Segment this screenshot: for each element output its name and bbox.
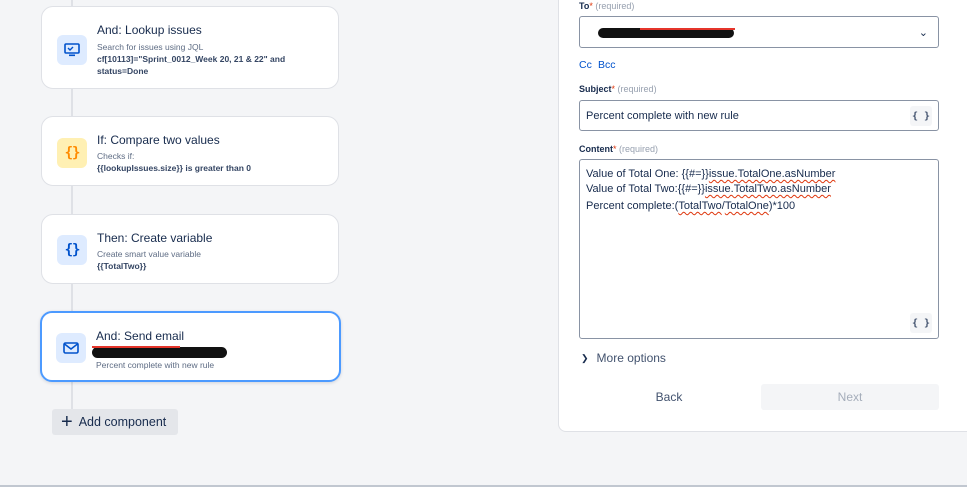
card-description: Search for issues using JQL: [97, 42, 204, 52]
chevron-right-icon: ❯: [581, 352, 589, 363]
jql-query-cont: status=Done: [97, 66, 149, 76]
next-button[interactable]: Next: [761, 384, 939, 410]
misspelled-word: TotalTwo: [678, 200, 722, 212]
to-recipient-select[interactable]: ⌄: [579, 16, 939, 48]
content-text: Percent complete:(: [586, 200, 679, 212]
to-label: To* (required): [579, 1, 635, 11]
condition-text: {{lookupIssues.size}} is greater than 0: [97, 163, 252, 173]
add-component-label: Add component: [78, 415, 167, 429]
subject-input[interactable]: Percent complete with new rule { }: [579, 100, 939, 131]
to-label-text: To: [579, 1, 590, 11]
chevron-down-icon[interactable]: ⌄: [919, 26, 928, 39]
component-card-send-email[interactable]: And: Send email Percent complete with ne…: [40, 311, 341, 382]
cc-link[interactable]: Cc: [579, 59, 592, 71]
bcc-link[interactable]: Bcc: [598, 59, 616, 71]
misspelled-word: TotalOne: [724, 200, 769, 212]
subject-label-text: Subject: [579, 84, 612, 94]
card-detail: {{lookupIssues.size}} is greater than 0: [97, 162, 251, 174]
card-detail: {{TotalTwo}}: [97, 260, 146, 272]
redaction-underline: [640, 28, 735, 30]
required-hint: (required): [595, 1, 635, 11]
card-title: Then: Create variable: [97, 231, 213, 245]
smart-value-button[interactable]: { }: [910, 106, 932, 126]
more-options-toggle[interactable]: ❯ More options: [581, 351, 666, 365]
variable-name: {{TotalTwo}}: [97, 261, 147, 271]
redaction-mark: [92, 347, 227, 358]
subject-value: Percent complete with new rule: [586, 110, 739, 122]
misspelled-word: issue.TotalTwo.asNumber: [704, 183, 831, 195]
plus-icon: +: [61, 411, 73, 433]
card-detail-cont: status=Done: [97, 65, 148, 77]
content-line-2: Value of Total Two:{{#=}}issue.TotalTwo.…: [586, 183, 831, 195]
content-line-3: Percent complete:(TotalTwo/TotalOne)*100: [586, 200, 795, 212]
smart-value-button[interactable]: { }: [910, 313, 932, 333]
misspelled-word: issue.TotalOne.asNumber: [708, 168, 836, 180]
card-detail: cf[10113]="Sprint_0012_Week 20, 21 & 22"…: [97, 53, 285, 65]
content-text: )*100: [768, 200, 796, 212]
back-button[interactable]: Back: [579, 385, 759, 409]
component-card-create-variable[interactable]: {} Then: Create variable Create smart va…: [41, 214, 339, 284]
card-title: And: Lookup issues: [97, 23, 202, 37]
card-description: Create smart value variable: [97, 249, 201, 259]
content-label-text: Content: [579, 144, 613, 154]
more-options-label: More options: [596, 351, 666, 365]
content-text: Value of Total Two:{{#=}}: [586, 183, 705, 195]
component-card-lookup-issues[interactable]: And: Lookup issues Search for issues usi…: [41, 6, 339, 89]
content-text: Value of Total One: {{#=}}: [586, 168, 709, 180]
add-component-button[interactable]: + Add component: [52, 409, 178, 435]
required-hint: (required): [619, 144, 659, 154]
braces-icon: {}: [57, 138, 87, 168]
braces-icon: {}: [57, 235, 87, 265]
content-textarea[interactable]: Value of Total One: {{#=}}issue.TotalOne…: [579, 159, 939, 339]
card-description: Percent complete with new rule: [96, 360, 215, 370]
required-hint: (required): [617, 84, 657, 94]
card-description: Checks if:: [97, 151, 135, 161]
envelope-icon: [56, 333, 86, 363]
monitor-icon: [57, 35, 87, 65]
content-label: Content* (required): [579, 144, 659, 154]
card-title: If: Compare two values: [97, 133, 220, 147]
component-card-compare-values[interactable]: {} If: Compare two values Checks if: {{l…: [41, 116, 339, 186]
subject-label: Subject* (required): [579, 84, 657, 94]
jql-query: cf[10113]="Sprint_0012_Week 20, 21 & 22"…: [97, 54, 286, 64]
content-line-1: Value of Total One: {{#=}}issue.TotalOne…: [586, 168, 835, 180]
card-title: And: Send email: [96, 329, 185, 343]
redaction-underline: [92, 346, 180, 348]
